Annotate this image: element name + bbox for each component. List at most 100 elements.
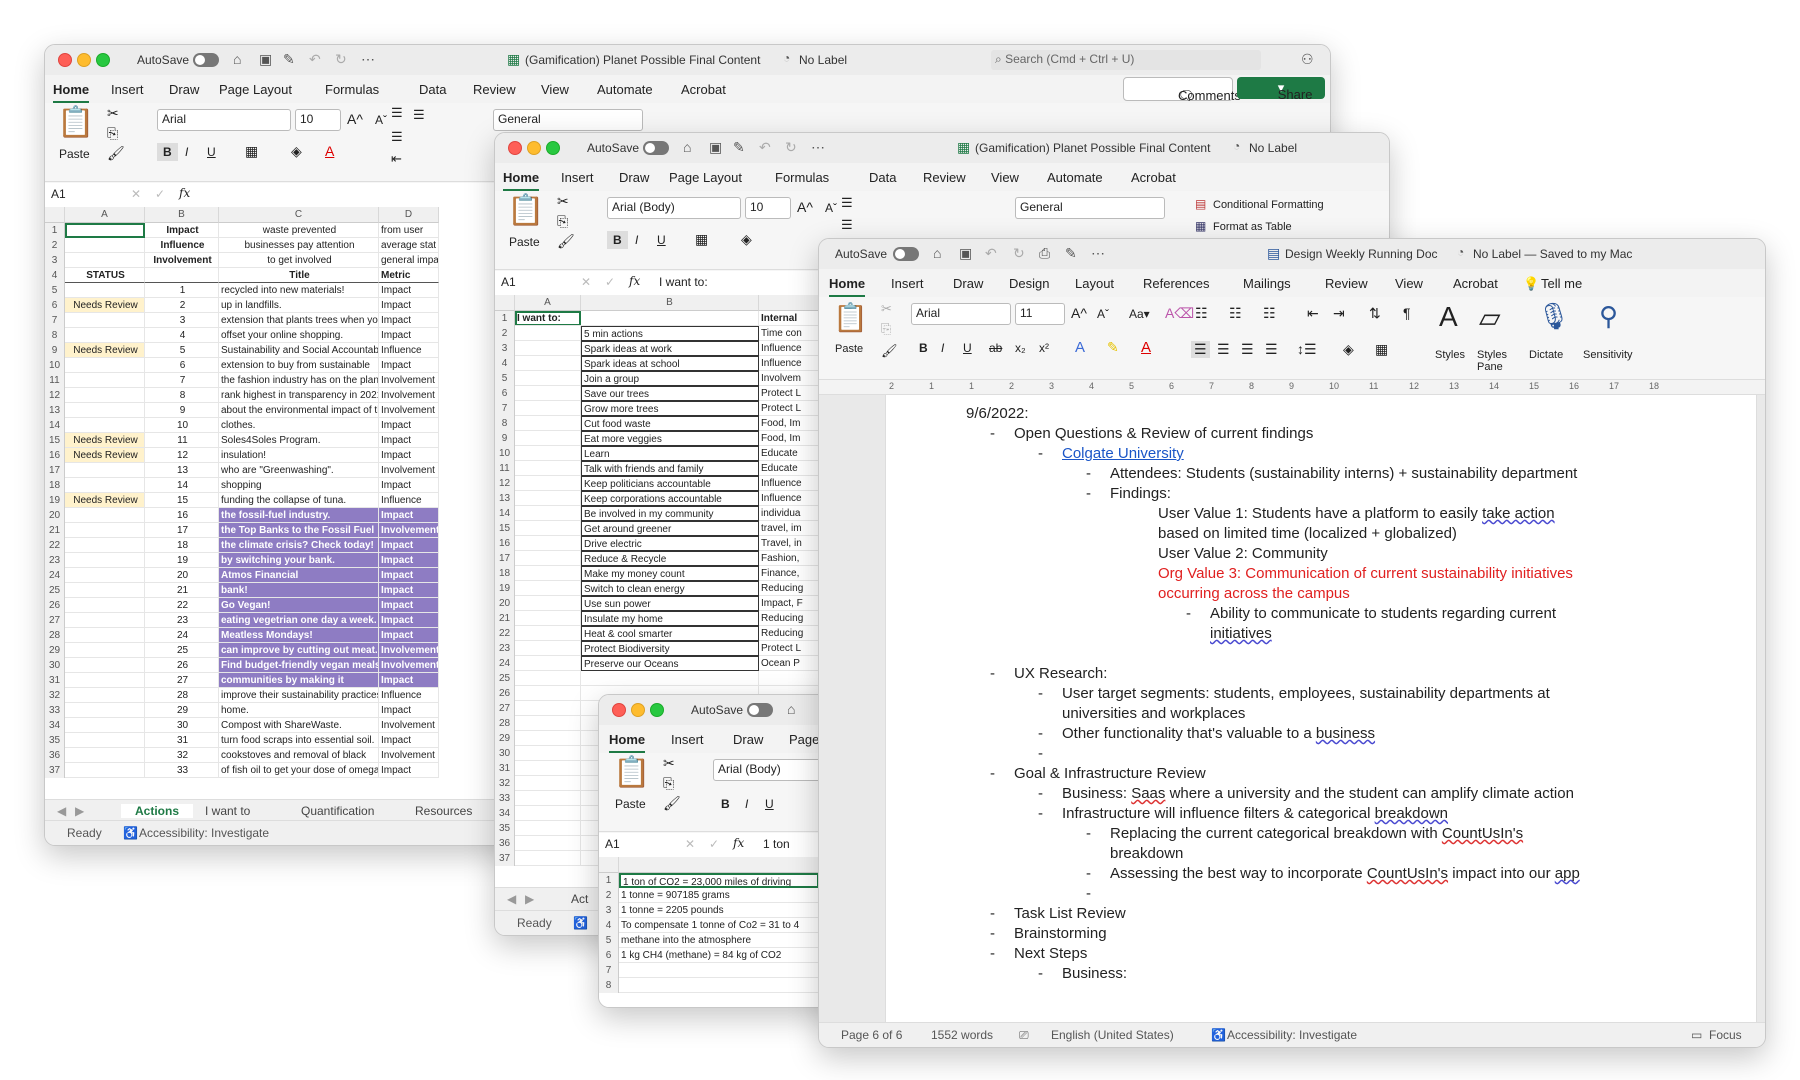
tab-home[interactable]: Home (609, 732, 646, 753)
autosave-toggle[interactable] (643, 141, 669, 155)
decrease-font-icon[interactable]: Aˇ (825, 201, 837, 215)
cell-status[interactable] (65, 763, 145, 778)
cell-metric[interactable]: Influence (379, 688, 439, 703)
cell-title[interactable]: can improve by cutting out meat. (219, 643, 379, 658)
cell-number[interactable]: 28 (145, 688, 219, 703)
cell-metric[interactable]: Involvement (379, 658, 439, 673)
proofing-icon[interactable]: ⎚ (1019, 1028, 1029, 1043)
cell-status[interactable] (65, 373, 145, 388)
row-header[interactable]: 7 (495, 401, 515, 416)
autosave-toggle[interactable] (747, 703, 773, 717)
row-header[interactable]: 2 (599, 888, 619, 903)
cut-icon[interactable]: ✂ (557, 193, 569, 210)
sheet-tab-actions[interactable]: Actions (121, 804, 194, 818)
row-header[interactable]: 14 (45, 418, 65, 433)
italic-button[interactable]: I (745, 797, 748, 811)
underline-button[interactable]: U (207, 145, 216, 159)
cell-title[interactable]: Meatless Mondays! (219, 628, 379, 643)
cell-a[interactable] (515, 716, 581, 731)
cancel-icon[interactable]: ✕ (131, 187, 141, 201)
cell-status[interactable] (65, 478, 145, 493)
cell-c[interactable]: Influence (759, 341, 819, 356)
row-header[interactable]: 19 (495, 581, 515, 596)
cell-metric[interactable]: Impact (379, 628, 439, 643)
prev-sheet-icon[interactable]: ◀ (507, 892, 516, 906)
cell-b[interactable]: Get around greener (581, 521, 759, 536)
font-select[interactable]: Arial (157, 109, 291, 131)
column-header[interactable]: B (145, 207, 219, 223)
cell-metric[interactable]: Involvement (379, 523, 439, 538)
cut-icon[interactable]: ✂ (881, 301, 892, 317)
tab-home[interactable]: Home (53, 82, 90, 103)
page-count[interactable]: Page 6 of 6 (841, 1028, 902, 1042)
cell-status[interactable]: STATUS (65, 268, 145, 283)
copy-icon[interactable]: ⎘ (881, 321, 891, 337)
cancel-icon[interactable]: ✕ (581, 275, 591, 289)
cell-a[interactable] (515, 581, 581, 596)
confirm-icon[interactable]: ✓ (605, 275, 615, 289)
cell-number[interactable]: 18 (145, 538, 219, 553)
cell-number[interactable]: Involvement (145, 253, 219, 268)
row-header[interactable]: 32 (495, 776, 515, 791)
sensitivity-label[interactable]: No Label (799, 53, 847, 67)
cell-number[interactable] (145, 268, 219, 283)
number-format-select[interactable]: General (1015, 197, 1165, 219)
cell-a[interactable] (515, 776, 581, 791)
cell-status[interactable]: Needs Review (65, 433, 145, 448)
comments-button[interactable]: 🗨 Comments (1123, 77, 1241, 103)
cell-c[interactable]: Food, Im (759, 431, 819, 446)
pilcrow-icon[interactable]: ¶ (1403, 305, 1411, 321)
cell-status[interactable] (65, 538, 145, 553)
column-header[interactable]: A (515, 295, 581, 311)
cell-c[interactable]: Protect L (759, 641, 819, 656)
name-box[interactable]: A1 (47, 185, 115, 205)
zoom-button[interactable] (546, 141, 560, 155)
cell-b[interactable]: Reduce & Recycle (581, 551, 759, 566)
row-header[interactable]: 5 (495, 371, 515, 386)
cell-title[interactable]: by switching your bank. (219, 553, 379, 568)
row-header[interactable]: 27 (45, 613, 65, 628)
font-select[interactable]: Arial (911, 303, 1011, 325)
confirm-icon[interactable]: ✓ (709, 837, 719, 851)
cell-number[interactable]: 25 (145, 643, 219, 658)
function-icon[interactable]: fx (733, 836, 744, 850)
row-header[interactable]: 14 (495, 506, 515, 521)
cell-a[interactable] (515, 506, 581, 521)
tab-view[interactable]: View (1395, 276, 1423, 291)
more-icon[interactable]: ⋯ (811, 139, 825, 156)
cell-a[interactable] (515, 806, 581, 821)
share-button[interactable]: Share ▾ (1237, 77, 1325, 102)
superscript-button[interactable]: x² (1039, 341, 1049, 355)
cell-a[interactable] (515, 416, 581, 431)
font-size-select[interactable]: 10 (295, 109, 341, 131)
align-top-icon[interactable]: ☰ (391, 105, 403, 121)
cell-c[interactable]: Reducing (759, 581, 819, 596)
cell-a[interactable] (515, 746, 581, 761)
cell-number[interactable]: 32 (145, 748, 219, 763)
cell-a[interactable]: To compensate 1 tonne of Co2 = 31 to 4 (619, 918, 819, 933)
cell-metric[interactable]: Impact (379, 583, 439, 598)
row-header[interactable]: 35 (45, 733, 65, 748)
italic-button[interactable]: I (635, 233, 638, 247)
cell-title[interactable]: up in landfills. (219, 298, 379, 313)
cell-b[interactable]: Switch to clean energy (581, 581, 759, 596)
row-header[interactable]: 31 (45, 673, 65, 688)
row-header[interactable]: 12 (45, 388, 65, 403)
sensitivity-button[interactable]: Sensitivity (1583, 349, 1633, 361)
highlight-icon[interactable]: ✎ (1107, 339, 1119, 356)
cell-title[interactable]: bank! (219, 583, 379, 598)
sheet-tab-i-want-to[interactable]: I want to (205, 804, 250, 818)
tab-insert[interactable]: Insert (111, 82, 144, 97)
cell-status[interactable]: Needs Review (65, 448, 145, 463)
bold-button[interactable]: B (157, 143, 178, 161)
cell-status[interactable] (65, 523, 145, 538)
align-left-icon[interactable]: ☰ (391, 129, 403, 145)
cell-number[interactable]: 24 (145, 628, 219, 643)
cell-title[interactable]: Atmos Financial (219, 568, 379, 583)
row-header[interactable]: 13 (495, 491, 515, 506)
row-header[interactable]: 10 (495, 446, 515, 461)
row-header[interactable]: 2 (495, 326, 515, 341)
cell-b[interactable]: Be involved in my community (581, 506, 759, 521)
name-box[interactable]: A1 (601, 835, 669, 855)
format-painter-icon[interactable]: 🖌 (663, 795, 681, 812)
